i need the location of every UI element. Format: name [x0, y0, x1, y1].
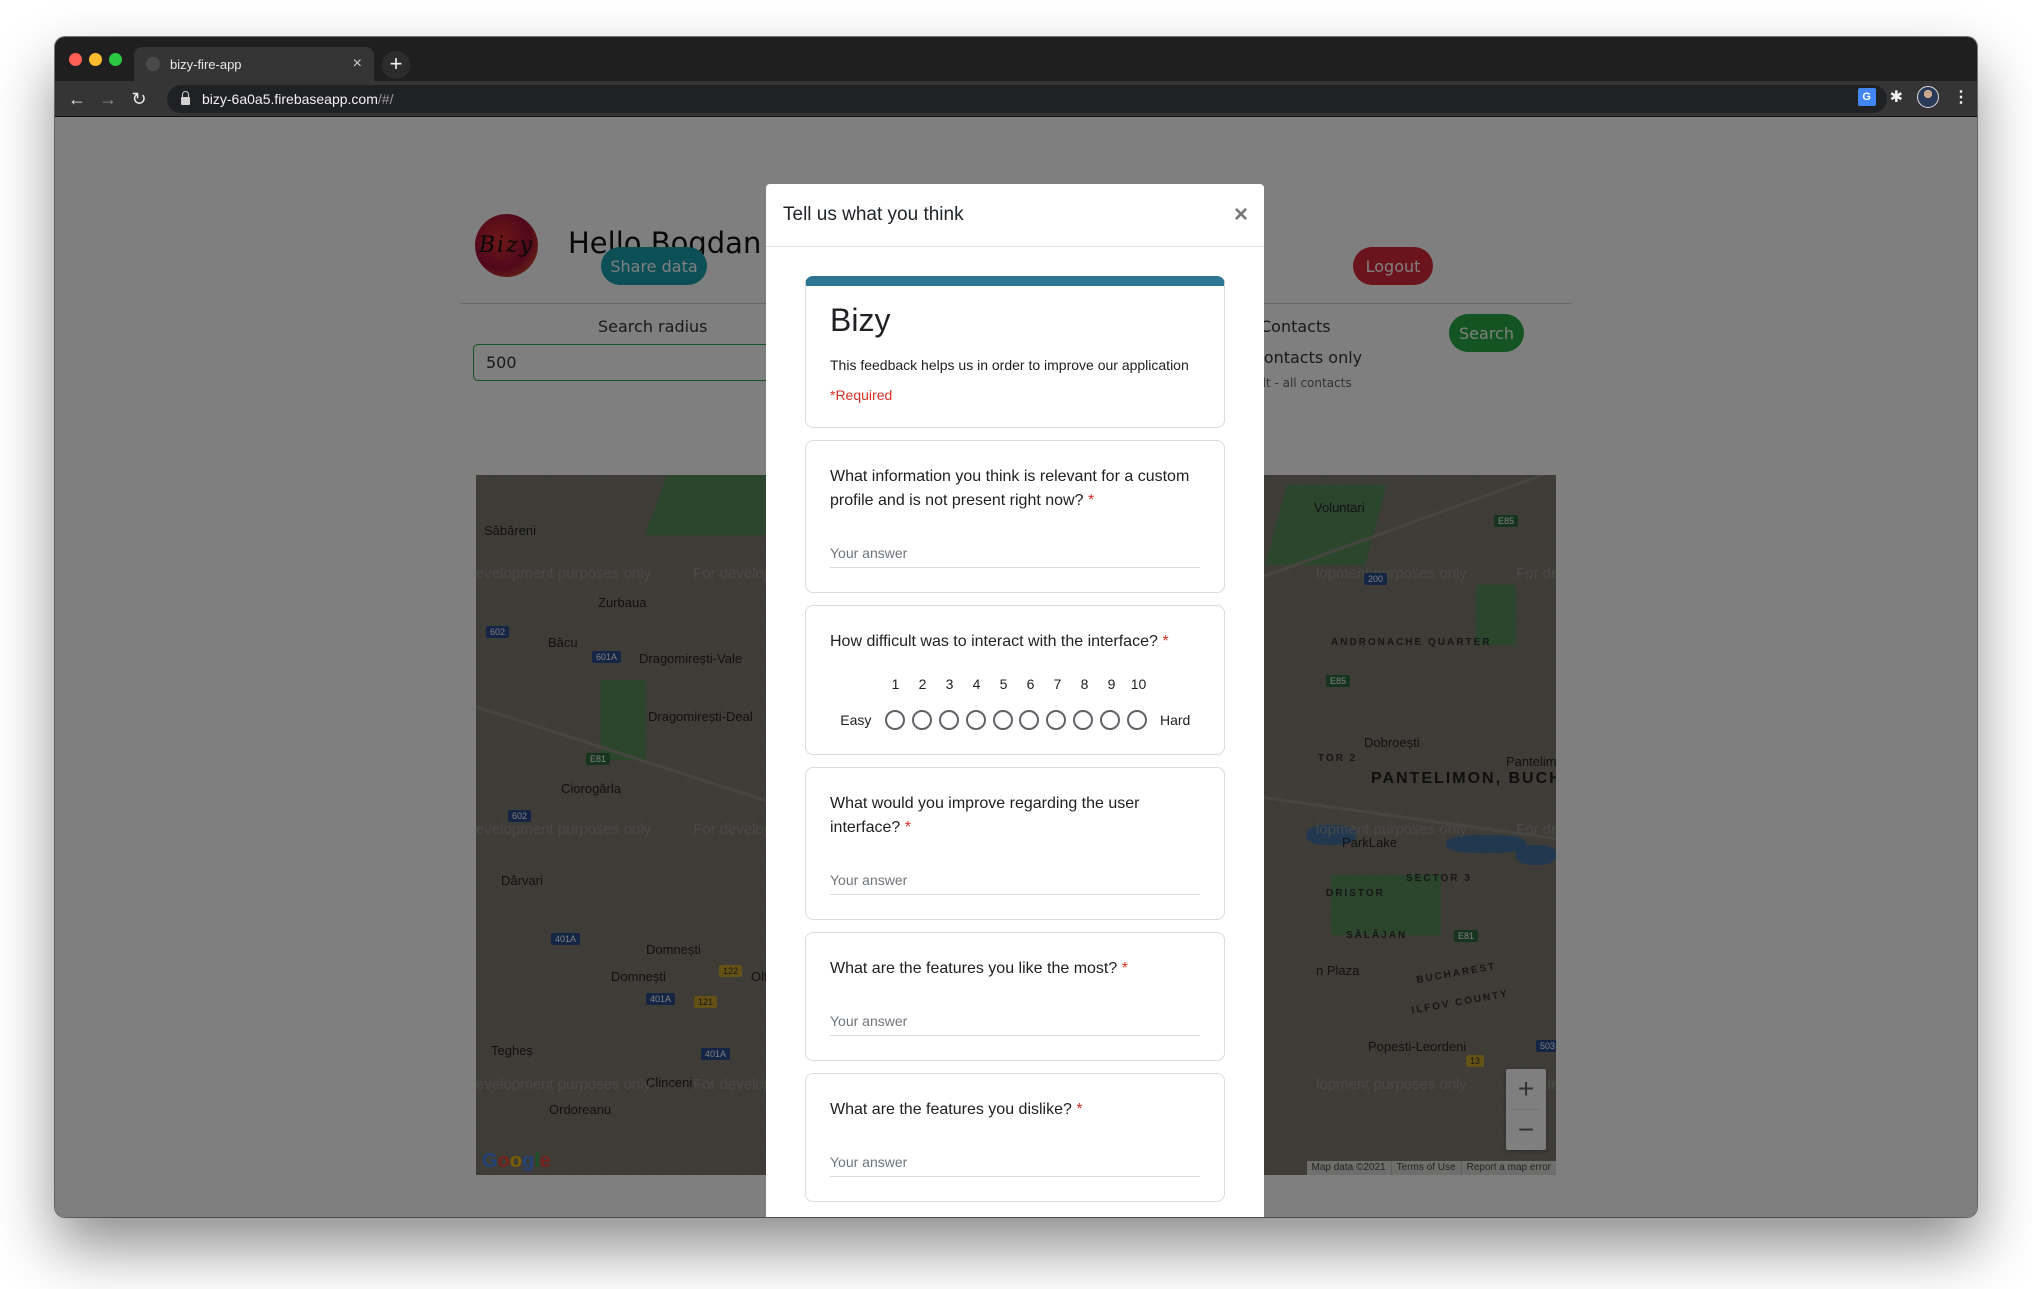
- close-window-button[interactable]: [69, 53, 82, 66]
- maximize-window-button[interactable]: [109, 53, 122, 66]
- scale-numbers: 1 2 3 4 5 6 7 8 9 10: [830, 676, 1200, 692]
- radio-circle-icon: [965, 710, 986, 730]
- form-title: Bizy: [830, 302, 891, 338]
- lock-icon: [181, 91, 190, 105]
- feedback-form: Bizy This feedback helps us in order to …: [805, 276, 1225, 1214]
- favicon-icon: [146, 57, 160, 71]
- required-asterisk: *: [1162, 633, 1169, 650]
- title-bar: bizy-fire-app × +: [55, 37, 1977, 81]
- kebab-menu-icon[interactable]: ⋮: [1953, 87, 1969, 107]
- form-description: This feedback helps us in order to impro…: [830, 357, 1189, 373]
- scale-number: 4: [972, 676, 981, 692]
- address-bar[interactable]: bizy-6a0a5.firebaseapp.com/#/ ☆: [167, 85, 1887, 113]
- scale-number: 5: [999, 676, 1008, 692]
- scale-radio-10[interactable]: [1123, 710, 1150, 730]
- close-icon[interactable]: ×: [1234, 201, 1248, 229]
- minimize-window-button[interactable]: [89, 53, 102, 66]
- modal-header: Tell us what you think ×: [766, 184, 1264, 247]
- url-path: /#/: [377, 91, 394, 107]
- answer-placeholder: Your answer: [830, 545, 908, 561]
- scale-number: 8: [1080, 676, 1089, 692]
- scale-number: 10: [1130, 676, 1147, 692]
- feedback-modal: Tell us what you think × Bizy This feedb…: [766, 184, 1264, 1217]
- required-asterisk: *: [1076, 1101, 1083, 1118]
- required-asterisk: *: [1121, 960, 1128, 977]
- question-title: What are the features you like the most?…: [830, 957, 1200, 981]
- browser-toolbar: ← → ↻ bizy-6a0a5.firebaseapp.com/#/ ☆ G …: [55, 81, 1977, 117]
- radio-circle-icon: [1126, 710, 1147, 730]
- scale-radios: Easy Hard: [830, 710, 1200, 730]
- required-asterisk: *: [904, 819, 911, 836]
- answer-input[interactable]: Your answer: [830, 872, 1200, 895]
- scale-min-label: Easy: [840, 712, 872, 728]
- answer-placeholder: Your answer: [830, 1013, 908, 1029]
- question-card: What would you improve regarding the use…: [805, 767, 1225, 920]
- scale-radio-7[interactable]: [1043, 710, 1070, 730]
- question-text: What information you think is relevant f…: [830, 468, 1190, 509]
- answer-placeholder: Your answer: [830, 872, 908, 888]
- scale-number: 3: [945, 676, 954, 692]
- scale-number: 9: [1107, 676, 1116, 692]
- radio-circle-icon: [992, 710, 1013, 730]
- required-note: *Required: [830, 387, 893, 403]
- tab-title: bizy-fire-app: [170, 56, 242, 72]
- question-title: What would you improve regarding the use…: [830, 792, 1200, 840]
- scale-number: 7: [1053, 676, 1062, 692]
- scale-radio-1[interactable]: [882, 710, 909, 730]
- question-text: What are the features you dislike?: [830, 1101, 1072, 1118]
- scale-radio-8[interactable]: [1070, 710, 1097, 730]
- modal-title: Tell us what you think: [783, 204, 964, 225]
- translate-icon[interactable]: G: [1857, 88, 1876, 106]
- question-text: What would you improve regarding the use…: [830, 795, 1140, 836]
- back-arrow-icon[interactable]: ←: [65, 87, 89, 111]
- scale-number: 2: [918, 676, 927, 692]
- scale-radio-9[interactable]: [1097, 710, 1124, 730]
- reload-icon[interactable]: ↻: [127, 87, 151, 111]
- answer-placeholder: Your answer: [830, 1154, 908, 1170]
- question-title: What are the features you dislike? *: [830, 1098, 1200, 1122]
- url-host: bizy-6a0a5.firebaseapp.com: [202, 91, 378, 107]
- question-text: What are the features you like the most?: [830, 960, 1118, 977]
- scale-number: 6: [1026, 676, 1035, 692]
- page-content: Bizy Hello Bogdan F Share data Logout Se…: [55, 118, 1977, 1217]
- question-card: What are the features you dislike? * You…: [805, 1073, 1225, 1202]
- radio-circle-icon: [885, 710, 906, 730]
- answer-input[interactable]: Your answer: [830, 545, 1200, 568]
- question-title: What information you think is relevant f…: [830, 465, 1200, 513]
- puzzle-extensions-icon[interactable]: ✱: [1890, 87, 1903, 107]
- question-card: What are the features you like the most?…: [805, 932, 1225, 1061]
- question-card: What information you think is relevant f…: [805, 440, 1225, 593]
- answer-input[interactable]: Your answer: [830, 1013, 1200, 1036]
- tab-close-icon[interactable]: ×: [353, 55, 362, 73]
- forward-arrow-icon[interactable]: →: [96, 87, 120, 111]
- radio-circle-icon: [912, 710, 932, 730]
- browser-window: bizy-fire-app × + ← → ↻ bizy-6a0a5.fireb…: [55, 37, 1977, 1217]
- radio-circle-icon: [1100, 710, 1121, 730]
- radio-circle-icon: [1046, 710, 1067, 730]
- scale-max-label: Hard: [1160, 712, 1191, 728]
- linear-scale: 1 2 3 4 5 6 7 8 9 10 Easy Hard: [830, 676, 1200, 730]
- radio-circle-icon: [1073, 710, 1094, 730]
- extension-icons: G ✱ ⋮: [1857, 86, 1969, 108]
- radio-circle-icon: [938, 710, 959, 730]
- scale-radio-3[interactable]: [935, 710, 962, 730]
- radio-circle-icon: [1019, 710, 1040, 730]
- required-asterisk: *: [1087, 492, 1095, 509]
- question-card: How difficult was to interact with the i…: [805, 605, 1225, 755]
- question-title: How difficult was to interact with the i…: [830, 630, 1200, 654]
- scale-radio-4[interactable]: [962, 710, 989, 730]
- form-header-card: Bizy This feedback helps us in order to …: [805, 276, 1225, 428]
- new-tab-button[interactable]: +: [382, 51, 410, 79]
- scale-radio-6[interactable]: [1016, 710, 1043, 730]
- profile-avatar[interactable]: [1917, 86, 1939, 108]
- browser-tab[interactable]: bizy-fire-app ×: [134, 47, 374, 81]
- question-text: How difficult was to interact with the i…: [830, 633, 1158, 650]
- scale-radio-5[interactable]: [989, 710, 1016, 730]
- scale-number: 1: [891, 676, 900, 692]
- answer-input[interactable]: Your answer: [830, 1154, 1200, 1177]
- scale-radio-2[interactable]: [909, 710, 936, 730]
